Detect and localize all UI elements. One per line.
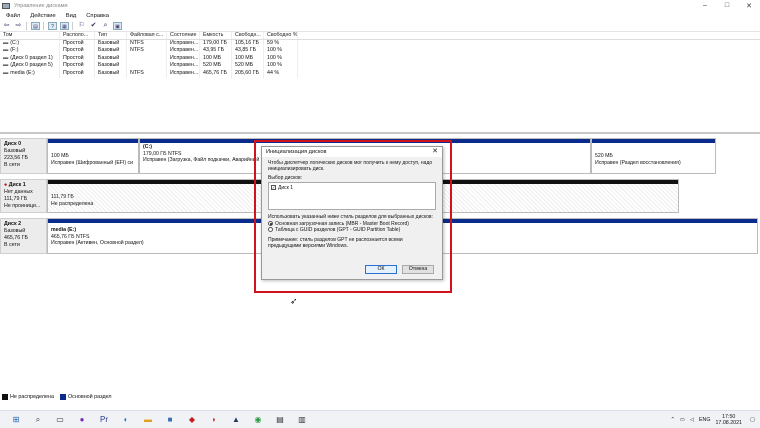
- network-icon[interactable]: ▭: [680, 417, 685, 423]
- volume-icon: ▬: [3, 62, 9, 69]
- app-icon: [2, 2, 10, 9]
- edge-icon[interactable]: ◐: [120, 414, 132, 426]
- toolbar-separator: [26, 22, 27, 30]
- disk-label-2[interactable]: Диск 2 Базовый 465,76 ГБ В сети: [0, 218, 47, 254]
- app-icon[interactable]: ●: [76, 414, 88, 426]
- connect-icon[interactable]: ⚐: [77, 22, 86, 30]
- check-icon[interactable]: ✔: [89, 22, 98, 30]
- partition-efi[interactable]: 100 МБ Исправен (Шифрованный (EFI) си: [47, 138, 139, 174]
- volume-icon[interactable]: ◁: [690, 417, 694, 423]
- window-controls: – □ ✕: [694, 2, 760, 10]
- disk-label-1[interactable]: ● Диск 1 Нет данных 111,79 ГБ Не проиниц…: [0, 179, 47, 213]
- menu-file[interactable]: Файл: [6, 13, 20, 19]
- col-header-filesystem[interactable]: Файловая с...: [127, 32, 167, 39]
- volume-list-header: Том Располо... Тип Файловая с... Состоян…: [0, 32, 760, 40]
- disk-listbox[interactable]: ✓ Диск 1: [268, 182, 436, 210]
- search-icon[interactable]: ⌕: [101, 22, 110, 30]
- warning-icon: ●: [4, 182, 8, 188]
- gpt-note: Примечание: стиль разделов GPT не распоз…: [268, 237, 403, 249]
- close-button[interactable]: ✕: [738, 2, 760, 10]
- premiere-icon[interactable]: Pr: [98, 414, 110, 426]
- app-icon[interactable]: ◆: [186, 414, 198, 426]
- col-header-free[interactable]: Свободн...: [232, 32, 264, 39]
- col-header-volume[interactable]: Том: [0, 32, 60, 39]
- gpt-option[interactable]: Таблица с GUID разделов (GPT - GUID Part…: [268, 227, 436, 233]
- table-row[interactable]: ▬ (F:) Простой Базовый NTFS Исправен... 4…: [0, 47, 760, 55]
- col-header-capacity[interactable]: Емкость: [200, 32, 232, 39]
- chrome-icon[interactable]: ◉: [252, 414, 264, 426]
- disk-item-label: Диск 1: [278, 185, 294, 191]
- initialize-disk-dialog: Инициализация дисков ✕ Чтобы диспетчер л…: [261, 146, 443, 280]
- volume-icon: ▬: [3, 47, 9, 54]
- disk-management-icon[interactable]: ▤: [274, 414, 286, 426]
- window-titlebar: Управление дисками – □ ✕: [0, 0, 760, 11]
- forward-arrow-icon[interactable]: ⇨: [14, 22, 23, 30]
- cancel-button[interactable]: Отмена: [402, 265, 434, 274]
- select-disks-label: Выбор дисков:: [268, 175, 303, 181]
- dialog-close-icon[interactable]: ✕: [432, 147, 438, 157]
- clock[interactable]: 17:50 17.08.2021: [715, 414, 742, 426]
- app-icon[interactable]: ■: [164, 414, 176, 426]
- volume-icon: ▬: [3, 69, 9, 76]
- unallocated-swatch: [2, 394, 8, 400]
- language-indicator[interactable]: ENG: [699, 417, 710, 423]
- toolbar-separator: [72, 22, 73, 30]
- notifications-icon[interactable]: ▢: [750, 417, 755, 423]
- toolbar: ⇦ ⇨ ▤ ? ▦ ⚐ ✔ ⌕ ▣: [0, 21, 760, 32]
- mbr-radio[interactable]: [268, 221, 273, 227]
- minimize-button[interactable]: –: [694, 2, 716, 10]
- col-header-type[interactable]: Тип: [95, 32, 127, 39]
- partition-recovery[interactable]: 520 МБ Исправен (Раздел восстановления): [591, 138, 716, 174]
- table-row[interactable]: ▬ (Диск 0 раздел 1) Простой Базовый Испра…: [0, 54, 760, 63]
- disk-label-0[interactable]: Диск 0 Базовый 223,56 ГБ В сети: [0, 138, 47, 174]
- volume-list: Том Располо... Тип Файловая с... Состоян…: [0, 32, 760, 78]
- back-arrow-icon[interactable]: ⇦: [2, 22, 11, 30]
- properties-icon[interactable]: ▣: [113, 22, 122, 30]
- disk-checkbox[interactable]: ✓: [271, 185, 276, 191]
- menu-action[interactable]: Действие: [30, 13, 55, 19]
- table-row[interactable]: ▬ media (E:) Простой Базовый NTFS Исправе…: [0, 69, 760, 78]
- dialog-buttons: ОК Отмена: [360, 265, 434, 274]
- app-icon[interactable]: ▥: [296, 414, 308, 426]
- task-view-icon[interactable]: ▭: [54, 414, 66, 426]
- gpt-radio[interactable]: [268, 227, 273, 233]
- partition-style-label: Использовать указанный ниже стиль раздел…: [268, 214, 433, 220]
- window-title: Управление дисками: [14, 2, 68, 9]
- menubar: Файл Действие Вид Справка: [0, 11, 760, 21]
- mouse-cursor-icon: ➶: [290, 296, 298, 306]
- list-view-icon[interactable]: ▦: [60, 22, 69, 30]
- col-header-status[interactable]: Состояние: [167, 32, 200, 39]
- toolbar-separator: [43, 22, 44, 30]
- dialog-intro: Чтобы диспетчер логических дисков мог по…: [268, 160, 433, 172]
- dialog-body: Чтобы диспетчер логических дисков мог по…: [262, 157, 442, 252]
- maximize-button[interactable]: □: [716, 2, 738, 10]
- help-icon[interactable]: ?: [48, 22, 57, 30]
- app-icon[interactable]: ◗: [208, 414, 220, 426]
- menu-view[interactable]: Вид: [66, 13, 77, 19]
- dialog-titlebar: Инициализация дисков ✕: [262, 147, 442, 157]
- col-header-layout[interactable]: Располо...: [60, 32, 95, 39]
- app-icon[interactable]: ▲: [230, 414, 242, 426]
- primary-swatch: [59, 394, 66, 400]
- search-icon[interactable]: ⌕: [32, 414, 44, 426]
- system-tray: ⌃ ▭ ◁ ENG 17:50 17.08.2021 ▢: [670, 414, 760, 426]
- console-tree-icon[interactable]: ▤: [31, 22, 40, 30]
- taskbar: ⊞ ⌕ ▭ ● Pr ◐ ▬ ■ ◆ ◗ ▲ ◉ ▤ ▥ ⌃ ▭ ◁ ENG 1…: [0, 410, 760, 428]
- chevron-up-icon[interactable]: ⌃: [670, 417, 674, 423]
- volume-icon: ▬: [3, 54, 9, 61]
- dialog-title: Инициализация дисков: [266, 149, 327, 155]
- table-row[interactable]: ▬ (Диск 0 раздел 5) Простой Базовый Испра…: [0, 62, 760, 70]
- start-icon[interactable]: ⊞: [10, 414, 22, 426]
- ok-button[interactable]: ОК: [365, 265, 397, 274]
- file-explorer-icon[interactable]: ▬: [142, 414, 154, 426]
- menu-help[interactable]: Справка: [86, 13, 109, 19]
- volume-icon: ▬: [3, 39, 9, 46]
- table-row[interactable]: ▬ (C:) Простой Базовый NTFS Исправен... 1…: [0, 39, 760, 48]
- col-header-free-pct[interactable]: Свободно %: [264, 32, 298, 39]
- legend: Не распределена Основной раздел: [2, 394, 118, 400]
